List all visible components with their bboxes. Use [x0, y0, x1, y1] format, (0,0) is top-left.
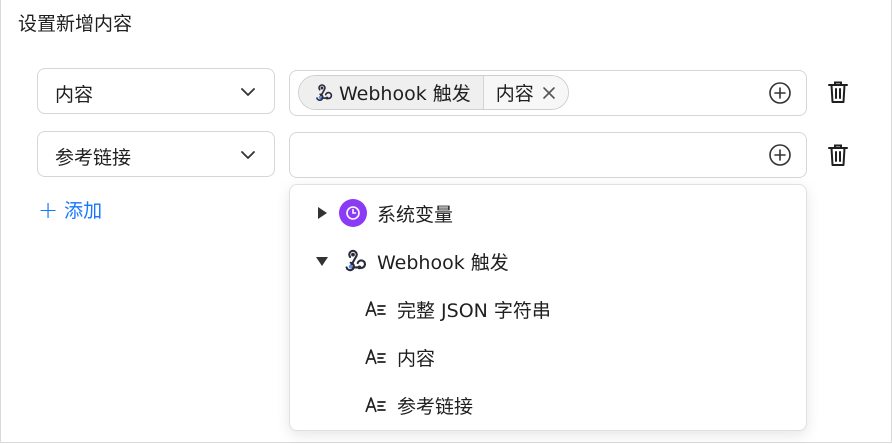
- tag-field-label: 内容: [495, 83, 534, 105]
- tree-item-content[interactable]: 内容: [290, 333, 806, 381]
- add-variable-icon[interactable]: [768, 81, 792, 105]
- webhook-icon: [316, 83, 333, 101]
- field-select-row2[interactable]: 参考链接: [37, 131, 275, 177]
- tree-item-label: 内容: [397, 347, 436, 370]
- caret-down-icon[interactable]: [315, 254, 329, 268]
- text-field-icon: [365, 349, 386, 365]
- variable-tag[interactable]: Webhook 触发 内容: [298, 75, 569, 110]
- add-button[interactable]: + 添加: [38, 196, 102, 223]
- tree-group-system-vars[interactable]: 系统变量: [290, 189, 806, 237]
- add-label: 添加: [64, 200, 103, 222]
- add-variable-icon[interactable]: [768, 143, 792, 167]
- field-select-row1[interactable]: 内容: [37, 68, 275, 114]
- webhook-icon: [345, 249, 367, 272]
- tag-source: Webhook 触发: [299, 76, 484, 109]
- tag-field: 内容: [483, 76, 568, 109]
- variable-dropdown: 系统变量 Webhook 触发 完整 JSON 字符串 内容 参考链接: [289, 184, 807, 431]
- value-input-row1[interactable]: Webhook 触发 内容: [289, 70, 807, 116]
- tag-source-label: Webhook 触发: [339, 83, 471, 105]
- tree-group-webhook[interactable]: Webhook 触发: [290, 237, 806, 285]
- tree-group-label: Webhook 触发: [377, 251, 509, 274]
- chevron-down-icon: [241, 88, 255, 96]
- text-field-icon: [365, 397, 386, 413]
- tree-group-label: 系统变量: [377, 203, 454, 226]
- clock-icon: [339, 199, 367, 227]
- field-select-value: 参考链接: [55, 147, 132, 169]
- close-icon[interactable]: [542, 86, 556, 100]
- field-select-value: 内容: [55, 84, 94, 106]
- tree-item-reference-link[interactable]: 参考链接: [290, 381, 806, 429]
- plus-icon: +: [38, 195, 59, 224]
- caret-right-icon[interactable]: [315, 206, 329, 220]
- trash-icon[interactable]: [827, 80, 849, 104]
- tree-item-full-json[interactable]: 完整 JSON 字符串: [290, 285, 806, 333]
- value-input-row2[interactable]: [289, 132, 807, 178]
- trash-icon[interactable]: [827, 143, 849, 167]
- tree-item-label: 完整 JSON 字符串: [397, 299, 551, 322]
- section-title: 设置新增内容: [18, 13, 133, 35]
- chevron-down-icon: [241, 151, 255, 159]
- tree-item-label: 参考链接: [397, 395, 474, 418]
- text-field-icon: [365, 301, 386, 317]
